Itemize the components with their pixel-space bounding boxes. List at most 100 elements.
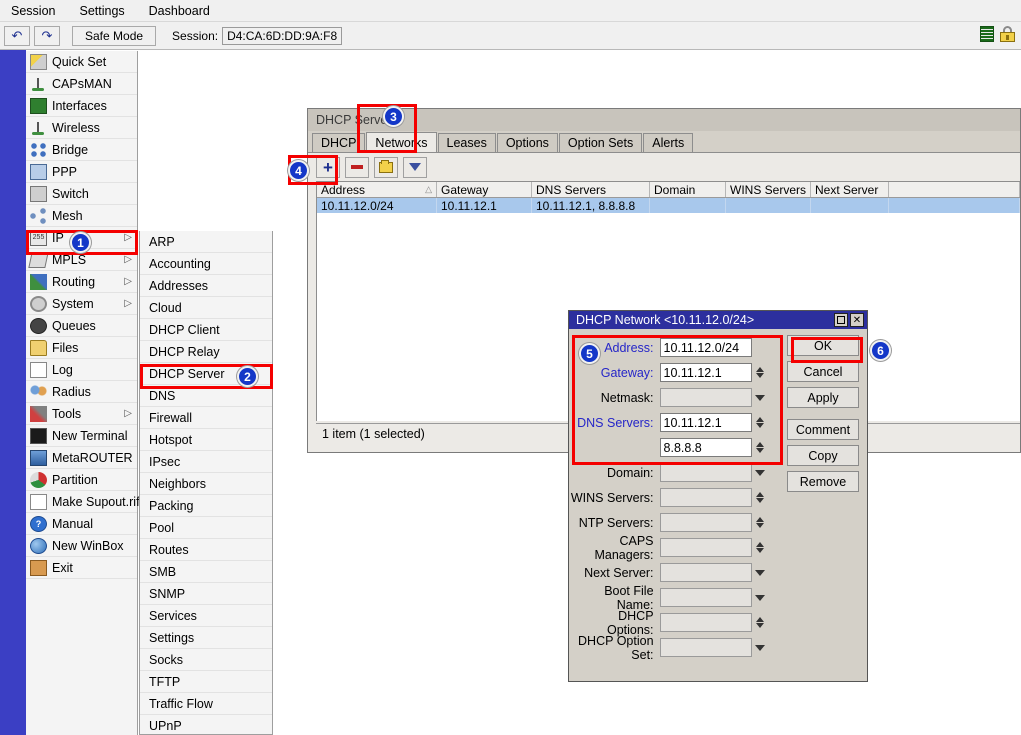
chevron-down-icon[interactable]	[754, 594, 765, 601]
sidebar-item-radius[interactable]: Radius	[26, 381, 137, 403]
sidebar-item-metarouter[interactable]: MetaROUTER	[26, 447, 137, 469]
sidebar-item-capsman[interactable]: CAPsMAN	[26, 73, 137, 95]
ip-submenu-item-tftp[interactable]: TFTP	[140, 671, 272, 693]
menu-settings[interactable]: Settings	[76, 2, 127, 20]
undo-icon[interactable]: ↶	[4, 25, 30, 46]
column-header-next-server[interactable]: Next Server	[811, 182, 889, 197]
session-value[interactable]: D4:CA:6D:DD:9A:F8	[222, 26, 343, 45]
sidebar-item-new-terminal[interactable]: New Terminal	[26, 425, 137, 447]
gateway-input[interactable]: 10.11.12.1	[659, 363, 752, 382]
spinner-icon[interactable]	[755, 542, 765, 553]
redo-icon[interactable]: ↷	[34, 25, 60, 46]
sidebar-item-files[interactable]: Files	[26, 337, 137, 359]
cancel-button[interactable]: Cancel	[787, 361, 859, 382]
sidebar-item-log[interactable]: Log	[26, 359, 137, 381]
address-input[interactable]: 10.11.12.0/24	[659, 338, 752, 357]
safe-mode-button[interactable]: Safe Mode	[72, 25, 157, 46]
sidebar-item-exit[interactable]: Exit	[26, 557, 137, 579]
ip-submenu-item-routes[interactable]: Routes	[140, 539, 272, 561]
sidebar-item-wireless[interactable]: Wireless	[26, 117, 137, 139]
add-button[interactable]: +	[316, 156, 340, 178]
ok-button[interactable]: OK	[787, 335, 859, 356]
tab-options[interactable]: Options	[496, 133, 558, 152]
remove-button[interactable]	[345, 156, 369, 178]
sidebar-item-manual[interactable]: ? Manual	[26, 513, 137, 535]
ip-submenu-item-packing[interactable]: Packing	[140, 495, 272, 517]
chevron-down-icon[interactable]	[754, 469, 765, 476]
sidebar-item-queues[interactable]: Queues	[26, 315, 137, 337]
ip-submenu-item-traffic-flow[interactable]: Traffic Flow	[140, 693, 272, 715]
comment-button[interactable]: Comment	[787, 419, 859, 440]
maximize-icon[interactable]	[834, 313, 848, 327]
ip-submenu-item-upnp[interactable]: UPnP	[140, 715, 272, 735]
ip-submenu-item-smb[interactable]: SMB	[140, 561, 272, 583]
ip-submenu-item-ipsec[interactable]: IPsec	[140, 451, 272, 473]
dhcp-options-input[interactable]	[659, 613, 752, 632]
chevron-down-icon[interactable]	[754, 394, 765, 401]
caps-managers-input[interactable]	[659, 538, 752, 557]
dhcp-option-set-input[interactable]	[659, 638, 752, 657]
sidebar-item-interfaces[interactable]: Interfaces	[26, 95, 137, 117]
spinner-icon[interactable]	[755, 367, 765, 378]
ip-submenu-item-cloud[interactable]: Cloud	[140, 297, 272, 319]
sidebar-item-bridge[interactable]: Bridge	[26, 139, 137, 161]
ip-submenu-item-arp[interactable]: ARP	[140, 231, 272, 253]
spinner-icon[interactable]	[755, 517, 765, 528]
tab-networks[interactable]: Networks	[366, 132, 437, 152]
ntp-servers-input[interactable]	[659, 513, 752, 532]
dns-servers-input[interactable]: 10.11.12.1	[659, 413, 752, 432]
boot-file-name-input[interactable]	[659, 588, 752, 607]
sidebar-item-new-winbox[interactable]: New WinBox	[26, 535, 137, 557]
sidebar-item-quick-set[interactable]: Quick Set	[26, 51, 137, 73]
spinner-icon[interactable]	[755, 417, 765, 428]
sidebar-item-mesh[interactable]: Mesh	[26, 205, 137, 227]
spinner-icon[interactable]	[755, 617, 765, 628]
ip-submenu-item-settings[interactable]: Settings	[140, 627, 272, 649]
tab-dhcp[interactable]: DHCP	[312, 133, 366, 152]
spinner-icon[interactable]	[755, 492, 765, 503]
tab-option-sets[interactable]: Option Sets	[558, 133, 643, 152]
ip-submenu-item-socks[interactable]: Socks	[140, 649, 272, 671]
apply-button[interactable]: Apply	[787, 387, 859, 408]
menu-dashboard[interactable]: Dashboard	[146, 2, 213, 20]
tab-alerts[interactable]: Alerts	[643, 133, 694, 152]
ip-submenu-item-dhcp-client[interactable]: DHCP Client	[140, 319, 272, 341]
sidebar-item-make-supout-rif[interactable]: Make Supout.rif	[26, 491, 140, 513]
ip-submenu-item-dns[interactable]: DNS	[140, 385, 272, 407]
ip-submenu-item-addresses[interactable]: Addresses	[140, 275, 272, 297]
remove-button[interactable]: Remove	[787, 471, 859, 492]
ip-submenu-item-firewall[interactable]: Firewall	[140, 407, 272, 429]
ip-submenu-item-hotspot[interactable]: Hotspot	[140, 429, 272, 451]
sidebar-item-switch[interactable]: Switch	[26, 183, 137, 205]
column-header-address[interactable]: Address △	[317, 182, 437, 197]
chevron-down-icon[interactable]	[754, 569, 765, 576]
sidebar-item-system[interactable]: System ▷	[26, 293, 137, 315]
column-header-wins-servers[interactable]: WINS Servers	[726, 182, 811, 197]
ip-submenu-item-pool[interactable]: Pool	[140, 517, 272, 539]
sidebar-item-routing[interactable]: Routing ▷	[26, 271, 137, 293]
domain-input[interactable]	[659, 463, 752, 482]
menu-session[interactable]: Session	[8, 2, 58, 20]
next-server-input[interactable]	[659, 563, 752, 582]
enable-button[interactable]	[374, 156, 398, 178]
ip-submenu-item-dhcp-relay[interactable]: DHCP Relay	[140, 341, 272, 363]
table-row[interactable]: 10.11.12.0/24 10.11.12.1 10.11.12.1, 8.8.8…	[317, 198, 1020, 213]
ip-submenu-item-neighbors[interactable]: Neighbors	[140, 473, 272, 495]
ip-submenu-item-snmp[interactable]: SNMP	[140, 583, 272, 605]
column-header-dns-servers[interactable]: DNS Servers	[532, 182, 650, 197]
netmask-input[interactable]	[659, 388, 752, 407]
chevron-down-icon[interactable]	[754, 644, 765, 651]
copy-button[interactable]: Copy	[787, 445, 859, 466]
value-4-input[interactable]: 8.8.8.8	[659, 438, 752, 457]
sidebar-item-partition[interactable]: Partition	[26, 469, 137, 491]
tab-leases[interactable]: Leases	[437, 133, 496, 152]
sidebar-item-ppp[interactable]: PPP	[26, 161, 137, 183]
sidebar-item-tools[interactable]: Tools ▷	[26, 403, 137, 425]
ip-submenu-item-accounting[interactable]: Accounting	[140, 253, 272, 275]
column-header-domain[interactable]: Domain	[650, 182, 726, 197]
column-header-gateway[interactable]: Gateway	[437, 182, 532, 197]
close-icon[interactable]: ✕	[850, 313, 864, 327]
wins-servers-input[interactable]	[659, 488, 752, 507]
ip-submenu-item-services[interactable]: Services	[140, 605, 272, 627]
filter-button[interactable]	[403, 156, 427, 178]
